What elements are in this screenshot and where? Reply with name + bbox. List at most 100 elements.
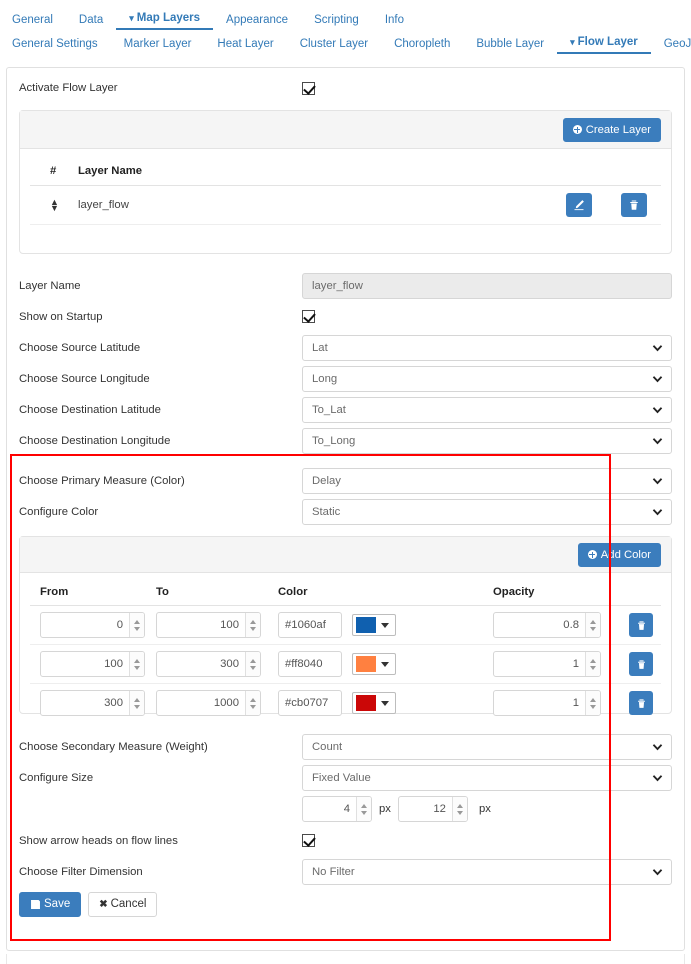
trash-icon[interactable] (629, 652, 653, 676)
activate-flow-layer-checkbox[interactable] (302, 81, 315, 95)
show-arrow-heads-checkbox[interactable] (302, 834, 315, 847)
nav-tab-general[interactable]: General (12, 12, 66, 28)
color-col-to: To (152, 579, 274, 606)
nav-subtab-bubble-layer[interactable]: Bubble Layer (463, 36, 557, 52)
destination-longitude-select[interactable]: To_Long (302, 427, 672, 454)
hex-input[interactable]: #1060af (278, 612, 342, 638)
nav-tab-map-layers[interactable]: ▾ Map Layers (116, 10, 214, 30)
show-on-startup-checkbox[interactable] (302, 310, 315, 323)
stepper-arrows-icon[interactable] (129, 691, 144, 715)
color-row-to-cell: 100 (152, 605, 274, 645)
save-button[interactable]: Save (19, 891, 82, 917)
stepper-arrows-icon[interactable] (245, 691, 260, 715)
layer-row-drag-handle[interactable]: ▲ ▼ (30, 185, 78, 225)
hex-input[interactable]: #ff8040 (278, 651, 342, 677)
color-swatch-picker[interactable] (352, 653, 397, 675)
nav-subtab-marker-layer[interactable]: Marker Layer (111, 36, 205, 52)
hex-input[interactable]: #cb0707 (278, 690, 342, 716)
nav-tab-data[interactable]: Data (66, 12, 116, 28)
opacity-value: 1 (572, 658, 579, 670)
stepper-arrows-icon[interactable] (585, 691, 600, 715)
show-on-startup-label: Show on Startup (19, 310, 103, 323)
layer-name-input[interactable]: layer_flow (302, 272, 672, 299)
secondary-measure-select[interactable]: Count (302, 733, 672, 760)
primary-measure-select[interactable]: Delay (302, 467, 672, 494)
footer-strip (6, 954, 685, 964)
nav-tab-general-label: General (12, 13, 53, 26)
color-row-to-cell: 1000 (152, 684, 274, 723)
stepper-arrows-icon[interactable] (129, 613, 144, 637)
trash-icon[interactable] (629, 691, 653, 715)
to-stepper[interactable]: 300 (156, 651, 261, 677)
to-stepper[interactable]: 1000 (156, 690, 261, 716)
color-row-to-cell: 300 (152, 644, 274, 684)
opacity-stepper[interactable]: 1 (493, 651, 601, 677)
source-latitude-select[interactable]: Lat (302, 334, 672, 361)
stepper-arrows-icon[interactable] (129, 652, 144, 676)
destination-latitude-select[interactable]: To_Lat (302, 396, 672, 423)
from-stepper[interactable]: 300 (40, 690, 145, 716)
color-row-color-cell: #cb0707 (274, 684, 489, 723)
min-size-stepper[interactable]: 4 (302, 796, 372, 822)
from-stepper[interactable]: 0 (40, 612, 145, 638)
color-swatch (356, 617, 377, 633)
color-swatch-picker[interactable] (352, 692, 397, 714)
stepper-arrows-icon[interactable] (585, 613, 600, 637)
source-longitude-select[interactable]: Long (302, 365, 672, 392)
stepper-arrows-icon[interactable] (245, 613, 260, 637)
filter-dimension-select[interactable]: No Filter (302, 858, 672, 885)
primary-nav: General Data ▾ Map Layers Appearance Scri… (0, 9, 691, 30)
nav-tab-scripting[interactable]: Scripting (301, 12, 372, 28)
filter-dimension-row: Choose Filter Dimension No Filter (7, 856, 684, 887)
stepper-arrows-icon[interactable] (451, 797, 467, 821)
color-row-from-cell: 100 (30, 644, 152, 684)
nav-subtab-cluster-layer[interactable]: Cluster Layer (287, 36, 381, 52)
configure-size-select[interactable]: Fixed Value (302, 764, 672, 791)
chevron-down-icon (652, 774, 663, 781)
stepper-arrows-icon[interactable] (356, 797, 371, 821)
activate-flow-layer-row: Activate Flow Layer (7, 68, 684, 108)
nav-subtab-heat-layer-label: Heat Layer (217, 37, 274, 50)
stepper-arrows-icon[interactable] (585, 652, 600, 676)
nav-subtab-geojson-label: GeoJSON (663, 37, 691, 50)
nav-subtab-heat-layer[interactable]: Heat Layer (204, 36, 286, 52)
chevron-down-icon: ▾ (570, 36, 575, 47)
color-row-actions (621, 605, 661, 645)
nav-tab-appearance[interactable]: Appearance (213, 12, 301, 28)
nav-tab-scripting-label: Scripting (314, 13, 359, 26)
color-swatch-picker[interactable] (352, 614, 397, 636)
stepper-arrows-icon[interactable] (245, 652, 260, 676)
table-row: 100 300 #ff8040 1 (30, 644, 661, 684)
nav-subtab-geojson[interactable]: GeoJSON (651, 36, 691, 52)
trash-icon[interactable] (629, 613, 653, 637)
configure-color-select[interactable]: Static (302, 498, 672, 525)
pencil-icon[interactable] (565, 193, 592, 217)
chevron-down-icon (652, 375, 663, 382)
opacity-stepper[interactable]: 1 (493, 690, 601, 716)
nav-tab-data-label: Data (78, 13, 104, 26)
color-row-opacity-cell: 1 (489, 684, 621, 723)
add-color-button[interactable]: Add Color (577, 542, 661, 567)
to-stepper[interactable]: 100 (156, 612, 261, 638)
caret-down-icon (381, 661, 390, 667)
nav-tab-info[interactable]: Info (372, 12, 417, 28)
layer-name-label: Layer Name (19, 279, 81, 292)
form-actions: Save ✖ Cancel (7, 887, 684, 921)
chevron-down-icon (652, 508, 663, 515)
configure-color-value: Static (312, 505, 341, 518)
color-row-actions (621, 644, 661, 684)
show-arrow-heads-row: Show arrow heads on flow lines (7, 825, 684, 856)
nav-subtab-general-settings[interactable]: General Settings (12, 36, 111, 52)
max-size-stepper[interactable]: 12 (397, 796, 468, 822)
nav-subtab-choropleth[interactable]: Choropleth (381, 36, 463, 52)
table-row[interactable]: ▲ ▼ layer_flow (30, 185, 661, 225)
nav-subtab-flow-layer[interactable]: ▾ Flow Layer (557, 34, 651, 54)
trash-icon[interactable] (621, 193, 647, 217)
source-longitude-label: Choose Source Longitude (19, 372, 150, 385)
from-stepper[interactable]: 100 (40, 651, 145, 677)
show-arrow-heads-label: Show arrow heads on flow lines (19, 834, 178, 847)
opacity-stepper[interactable]: 0.8 (493, 612, 601, 638)
cancel-button[interactable]: ✖ Cancel (88, 891, 158, 917)
destination-latitude-value: To_Lat (312, 403, 346, 416)
create-layer-button[interactable]: Create Layer (562, 117, 661, 142)
